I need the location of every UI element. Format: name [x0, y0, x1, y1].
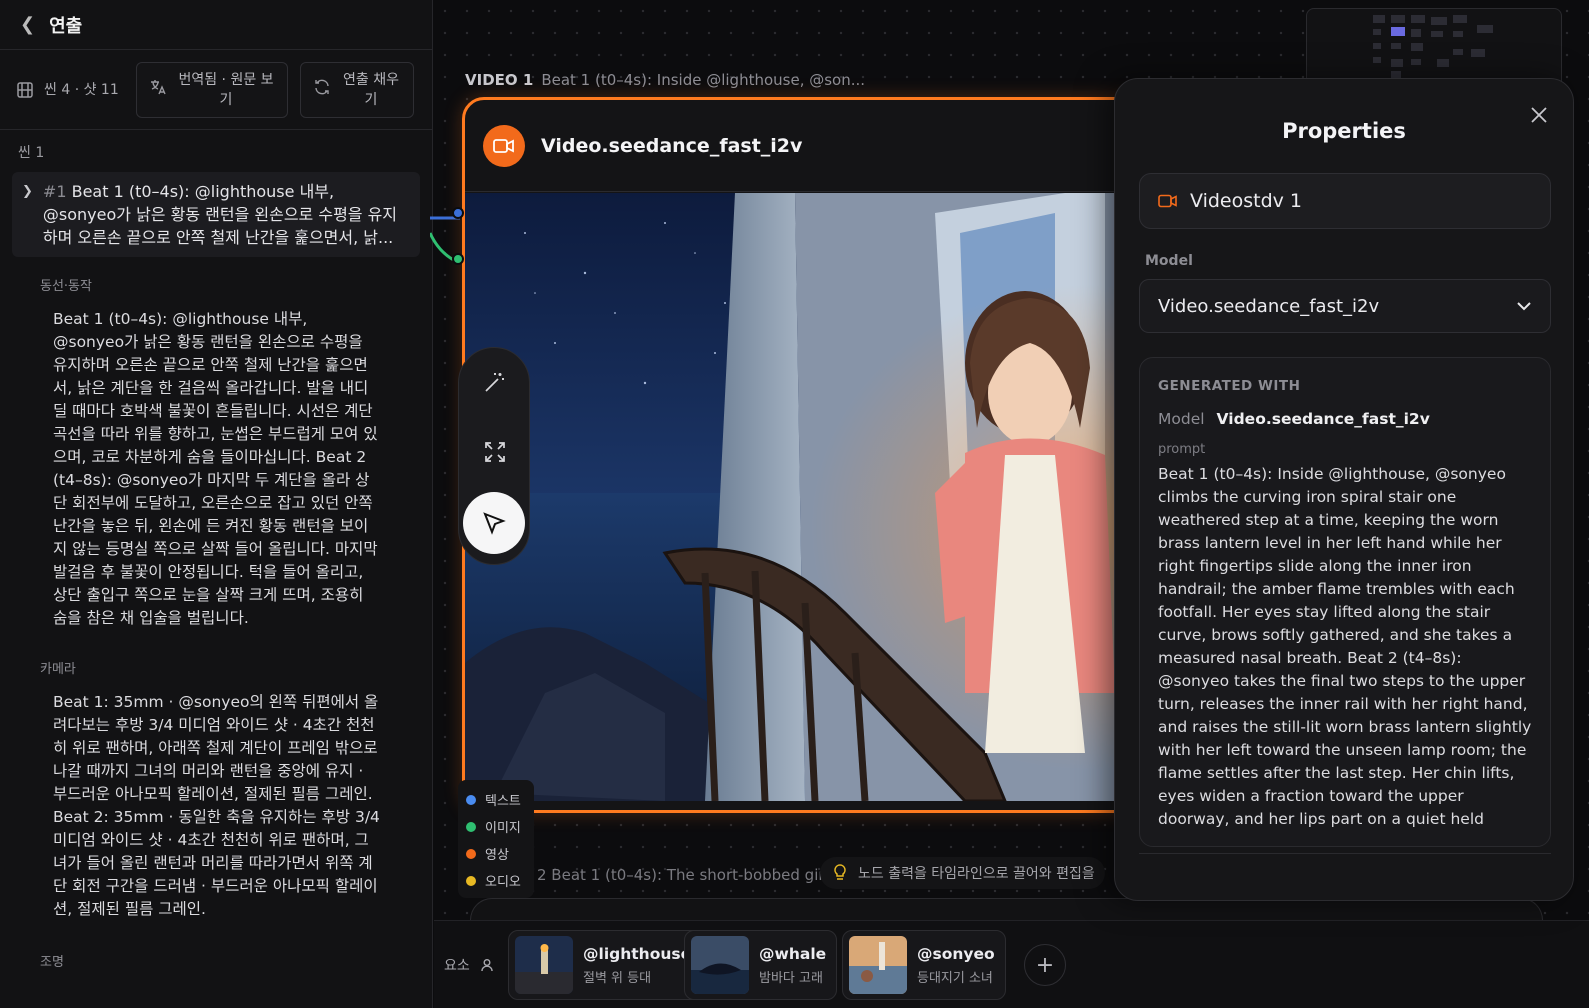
- scene-shot-text: 씬 4 · 샷 11: [44, 81, 119, 98]
- element-chip-text: @whale 밤바다 고래: [759, 945, 826, 986]
- element-chip-lighthouse[interactable]: @lighthouse 절벽 위 등대: [508, 930, 703, 1000]
- legend-item-video: 영상: [466, 840, 526, 867]
- model-select[interactable]: Video.seedance_fast_i2v: [1139, 279, 1551, 333]
- legend-dot: [466, 821, 476, 832]
- beat-row[interactable]: ❯ #1 Beat 1 (t0–4s): @lighthouse 내부, @so…: [12, 172, 420, 257]
- element-name: @lighthouse: [583, 944, 692, 963]
- image-input-port[interactable]: [452, 253, 464, 265]
- scene-shot-indicator: 씬 4 · 샷 11: [16, 80, 124, 100]
- translate-icon: [149, 78, 167, 101]
- section-label-lighting: 조명: [40, 955, 64, 970]
- legend-dot: [466, 794, 476, 805]
- text-input-port[interactable]: [452, 207, 464, 219]
- video-node[interactable]: Video.seedance_fast_i2v: [462, 97, 1152, 813]
- port-type-legend: 텍스트 이미지 영상 오디오: [458, 780, 534, 898]
- whale-thumbnail: [691, 936, 749, 994]
- magic-wand-icon[interactable]: [475, 362, 515, 402]
- video-frame-illustration: [465, 193, 1149, 801]
- generated-model-key: Model: [1158, 410, 1205, 428]
- elements-label: 요소: [444, 955, 494, 975]
- elements-label-text: 요소: [444, 958, 470, 974]
- legend-label: 이미지: [485, 821, 521, 836]
- legend-item-audio: 오디오: [466, 867, 526, 894]
- video-node-prompt-preview: Beat 1 (t0–4s): Inside @lighthouse, @son…: [541, 71, 866, 89]
- translate-button-label: 번역됨 · 원문 보기: [178, 71, 274, 108]
- scene-label: 씬 1: [18, 145, 45, 161]
- expand-icon[interactable]: [475, 432, 515, 472]
- legend-item-text: 텍스트: [466, 786, 526, 813]
- element-chip-whale[interactable]: @whale 밤바다 고래: [684, 930, 838, 1000]
- element-name: @whale: [759, 944, 827, 963]
- generated-model-row: Model Video.seedance_fast_i2v: [1158, 410, 1532, 428]
- fill-button-label: 연출 채우기: [343, 71, 399, 108]
- second-node-caption: 2 Beat 1 (t0–4s): The short-bobbed girl …: [537, 866, 842, 884]
- properties-panel: Properties Videostdv 1 Model Video.seeda…: [1114, 78, 1574, 901]
- timeline-hint: 노드 출력을 타임라인으로 끌어와 편집을: [820, 857, 1105, 889]
- back-chevron-icon[interactable]: ❮: [20, 14, 35, 35]
- prompt-text[interactable]: Beat 1 (t0–4s): Inside @lighthouse, @son…: [1158, 463, 1532, 831]
- section-label-camera: 카메라: [40, 662, 76, 677]
- plus-icon: +: [1035, 952, 1055, 978]
- pointer-icon[interactable]: [463, 492, 525, 554]
- node-tool-pill: [458, 347, 530, 565]
- properties-divider: [1139, 853, 1551, 854]
- legend-item-image: 이미지: [466, 813, 526, 840]
- lighthouse-thumbnail: [515, 936, 573, 994]
- element-name: @sonyeo: [917, 944, 995, 963]
- model-select-value: Video.seedance_fast_i2v: [1158, 295, 1380, 317]
- beat-summary: #1 Beat 1 (t0–4s): @lighthouse 내부, @sony…: [43, 180, 408, 249]
- refresh-icon: [313, 78, 331, 101]
- legend-label: 오디오: [485, 875, 521, 890]
- generated-with-box: GENERATED WITH Model Video.seedance_fast…: [1139, 357, 1551, 847]
- fill-direction-button[interactable]: 연출 채우기: [300, 61, 414, 118]
- video-node-title: Video.seedance_fast_i2v: [541, 134, 803, 157]
- node-name-field[interactable]: Videostdv 1: [1139, 173, 1551, 229]
- section-body-camera[interactable]: Beat 1: 35mm · @sonyeo의 왼쪽 뒤편에서 올려다보는 후방…: [0, 691, 432, 921]
- timeline-panel-edge[interactable]: [470, 898, 1543, 922]
- legend-label: 영상: [485, 848, 509, 863]
- video-camera-icon: [483, 124, 525, 167]
- add-element-button[interactable]: +: [1024, 944, 1066, 986]
- chevron-down-icon: [1517, 302, 1531, 311]
- legend-dot: [466, 875, 476, 886]
- node-name-value: Videostdv 1: [1190, 190, 1303, 212]
- section-body-motion[interactable]: Beat 1 (t0–4s): @lighthouse 내부, @sonyeo가…: [0, 308, 432, 630]
- panel-header: ❮ 연출: [0, 0, 432, 50]
- direction-panel: ❮ 연출 씬 4 · 샷 11 번역됨 · 원문 보기 연출 채우기 씬 1 ❯…: [0, 0, 433, 1008]
- generated-model-value: Video.seedance_fast_i2v: [1216, 410, 1430, 428]
- model-label: Model: [1145, 253, 1193, 269]
- prompt-label: prompt: [1158, 442, 1206, 457]
- video-node-label: VIDEO 1: [465, 71, 534, 89]
- sonyeo-thumbnail: [849, 936, 907, 994]
- element-chip-sonyeo[interactable]: @sonyeo 등대지기 소녀: [842, 930, 1006, 1000]
- close-icon[interactable]: [1529, 105, 1549, 131]
- panel-title: 연출: [49, 15, 83, 37]
- timeline-hint-text: 노드 출력을 타임라인으로 끌어와 편집을: [858, 866, 1095, 882]
- section-label-motion: 동선·동작: [40, 279, 92, 294]
- legend-label: 텍스트: [485, 794, 521, 809]
- beat-text: Beat 1 (t0–4s): @lighthouse 내부, @sonyeo가…: [42, 182, 398, 247]
- elements-bar: 요소 @lighthouse 절벽 위 등대 @whale 밤바다 고래 @so…: [434, 920, 1589, 1008]
- translate-toggle-button[interactable]: 번역됨 · 원문 보기: [136, 61, 288, 118]
- element-subtitle: 절벽 위 등대: [583, 970, 652, 986]
- lightbulb-icon: [834, 864, 846, 880]
- generated-with-heading: GENERATED WITH: [1158, 378, 1301, 394]
- element-subtitle: 등대지기 소녀: [917, 970, 993, 986]
- video-preview-frame[interactable]: [465, 193, 1149, 801]
- video-camera-icon: [1158, 194, 1177, 208]
- video-node-header[interactable]: Video.seedance_fast_i2v: [465, 100, 1149, 192]
- video-node-caption: VIDEO 1 Beat 1 (t0–4s): Inside @lighthous…: [465, 71, 865, 89]
- properties-title: Properties: [1282, 119, 1406, 143]
- direction-toolbar: 씬 4 · 샷 11 번역됨 · 원문 보기 연출 채우기: [0, 50, 432, 130]
- beat-number: #1: [42, 182, 67, 201]
- legend-dot: [466, 848, 476, 859]
- element-chip-text: @sonyeo 등대지기 소녀: [917, 945, 995, 986]
- person-icon[interactable]: [480, 958, 494, 972]
- element-chip-text: @lighthouse 절벽 위 등대: [583, 945, 691, 986]
- chevron-down-icon[interactable]: ❯: [22, 180, 33, 249]
- element-subtitle: 밤바다 고래: [759, 970, 823, 986]
- film-icon: [17, 81, 33, 98]
